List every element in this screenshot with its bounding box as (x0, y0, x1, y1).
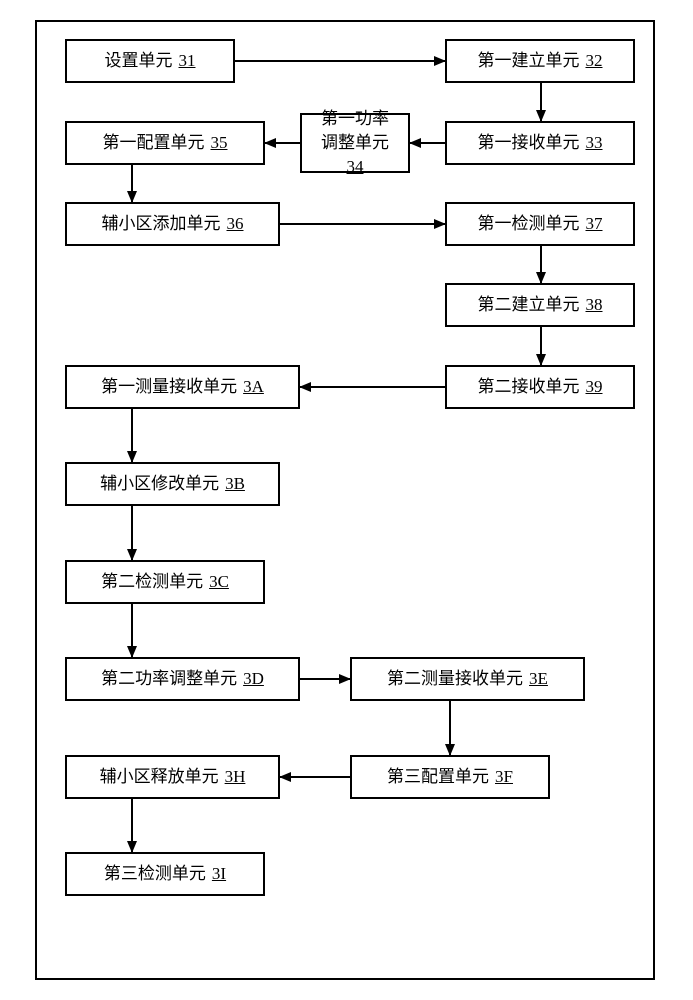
node-second-detect-unit: 第二检测单元 3C (65, 560, 265, 604)
node-second-power-adjust-unit: 第二功率调整单元 3D (65, 657, 300, 701)
node-label: 第一检测单元 (478, 212, 580, 236)
node-ref: 3I (212, 862, 226, 886)
node-setup-unit: 设置单元 31 (65, 39, 235, 83)
node-label: 辅小区修改单元 (100, 472, 219, 496)
node-label: 辅小区添加单元 (102, 212, 221, 236)
node-ref: 32 (586, 49, 603, 73)
node-scell-modify-unit: 辅小区修改单元 3B (65, 462, 280, 506)
node-label: 第一接收单元 (478, 131, 580, 155)
node-ref: 3D (243, 667, 264, 691)
node-label: 第二建立单元 (478, 293, 580, 317)
node-ref: 36 (227, 212, 244, 236)
node-first-measure-receive-unit: 第一测量接收单元 3A (65, 365, 300, 409)
node-label: 第二接收单元 (478, 375, 580, 399)
node-label: 第一配置单元 (103, 131, 205, 155)
node-scell-release-unit: 辅小区释放单元 3H (65, 755, 280, 799)
node-first-config-unit: 第一配置单元 35 (65, 121, 265, 165)
node-ref: 3B (225, 472, 245, 496)
node-label: 设置单元 (105, 49, 173, 73)
node-third-detect-unit: 第三检测单元 3I (65, 852, 265, 896)
node-ref: 31 (179, 49, 196, 73)
node-ref: 37 (586, 212, 603, 236)
node-second-receive-unit: 第二接收单元 39 (445, 365, 635, 409)
node-second-measure-receive-unit: 第二测量接收单元 3E (350, 657, 585, 701)
node-label: 第一建立单元 (478, 49, 580, 73)
node-first-detect-unit: 第一检测单元 37 (445, 202, 635, 246)
node-scell-add-unit: 辅小区添加单元 36 (65, 202, 280, 246)
node-ref: 3H (225, 765, 246, 789)
node-label: 第二功率调整单元 (101, 667, 237, 691)
node-ref: 3A (243, 375, 264, 399)
node-ref: 33 (586, 131, 603, 155)
node-ref: 39 (586, 375, 603, 399)
node-first-power-adjust-unit: 第一功率调整单元 34 (300, 113, 410, 173)
node-label: 第一功率调整单元 (321, 109, 389, 152)
node-label: 第三配置单元 (387, 765, 489, 789)
node-label: 第一测量接收单元 (101, 375, 237, 399)
node-ref: 38 (586, 293, 603, 317)
node-first-receive-unit: 第一接收单元 33 (445, 121, 635, 165)
node-second-establish-unit: 第二建立单元 38 (445, 283, 635, 327)
node-third-config-unit: 第三配置单元 3F (350, 755, 550, 799)
node-ref: 3E (529, 667, 548, 691)
node-ref: 3F (495, 765, 513, 789)
node-ref: 35 (211, 131, 228, 155)
node-ref: 3C (209, 570, 229, 594)
node-first-establish-unit: 第一建立单元 32 (445, 39, 635, 83)
node-ref: 34 (347, 157, 364, 176)
node-label: 第二检测单元 (101, 570, 203, 594)
node-label: 第二测量接收单元 (387, 667, 523, 691)
node-label: 辅小区释放单元 (100, 765, 219, 789)
node-label: 第三检测单元 (104, 862, 206, 886)
